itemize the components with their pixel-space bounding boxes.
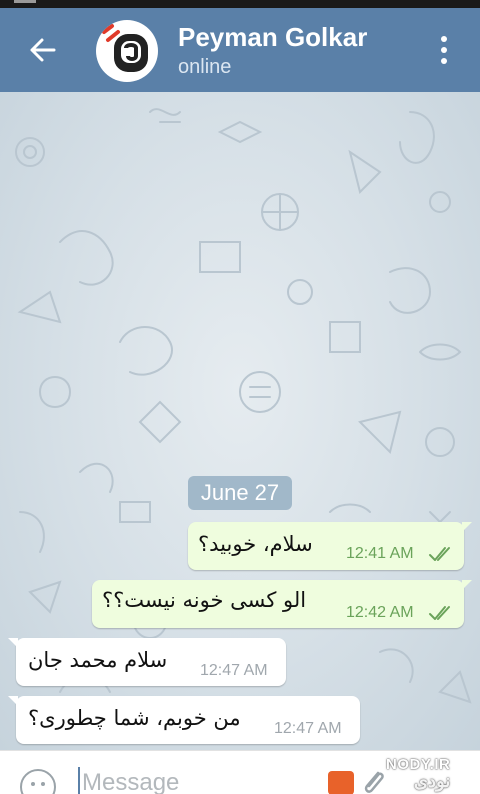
message-time: 12:47 AM: [200, 662, 268, 679]
date-separator: June 27: [188, 476, 292, 510]
attachment-badge-icon: [328, 771, 354, 794]
text-caret: [78, 767, 80, 794]
back-button[interactable]: [22, 30, 62, 70]
watermark-logo: NODY.IR نودی: [386, 756, 450, 792]
paperclip-icon[interactable]: [360, 767, 386, 794]
double-check-icon: [429, 547, 450, 561]
message-time: 12:41 AM: [346, 545, 414, 562]
message-bubble-incoming[interactable]: من خوبم، شما چطوری؟ 12:47 AM: [16, 696, 360, 744]
message-text: سلام محمد جان: [28, 648, 168, 672]
status-bar: [0, 0, 480, 8]
message-time: 12:47 AM: [274, 720, 342, 737]
message-text: الو کسی خونه نیست؟؟: [102, 588, 307, 612]
bubble-tail: [8, 696, 18, 706]
message-bubble-incoming[interactable]: سلام محمد جان 12:47 AM: [16, 638, 286, 686]
avatar[interactable]: [96, 20, 158, 82]
contact-status: online: [178, 56, 232, 78]
message-bubble-outgoing[interactable]: الو کسی خونه نیست؟؟ 12:42 AM: [92, 580, 464, 628]
bubble-tail: [462, 522, 472, 532]
double-check-icon: [429, 606, 450, 620]
contact-logo-icon: [102, 24, 148, 72]
message-bubble-outgoing[interactable]: سلام، خوبید؟ 12:41 AM: [188, 522, 464, 570]
watermark-text: نودی: [413, 771, 451, 791]
message-text: سلام، خوبید؟: [198, 532, 313, 556]
message-time: 12:42 AM: [346, 604, 414, 621]
more-vertical-icon: [441, 36, 447, 42]
message-text: من خوبم، شما چطوری؟: [28, 706, 241, 730]
more-menu-button[interactable]: [428, 30, 460, 70]
notification-icon: [14, 0, 36, 3]
bubble-tail: [462, 580, 472, 590]
bubble-tail: [8, 638, 18, 648]
emoji-icon[interactable]: [20, 769, 56, 794]
chat-header: Peyman Golkar online: [0, 8, 480, 92]
message-input[interactable]: [82, 769, 302, 794]
chat-area[interactable]: June 27 سلام، خوبید؟ 12:41 AM الو کسی خو…: [0, 92, 480, 750]
contact-name[interactable]: Peyman Golkar: [178, 22, 367, 53]
arrow-left-icon: [30, 38, 56, 62]
